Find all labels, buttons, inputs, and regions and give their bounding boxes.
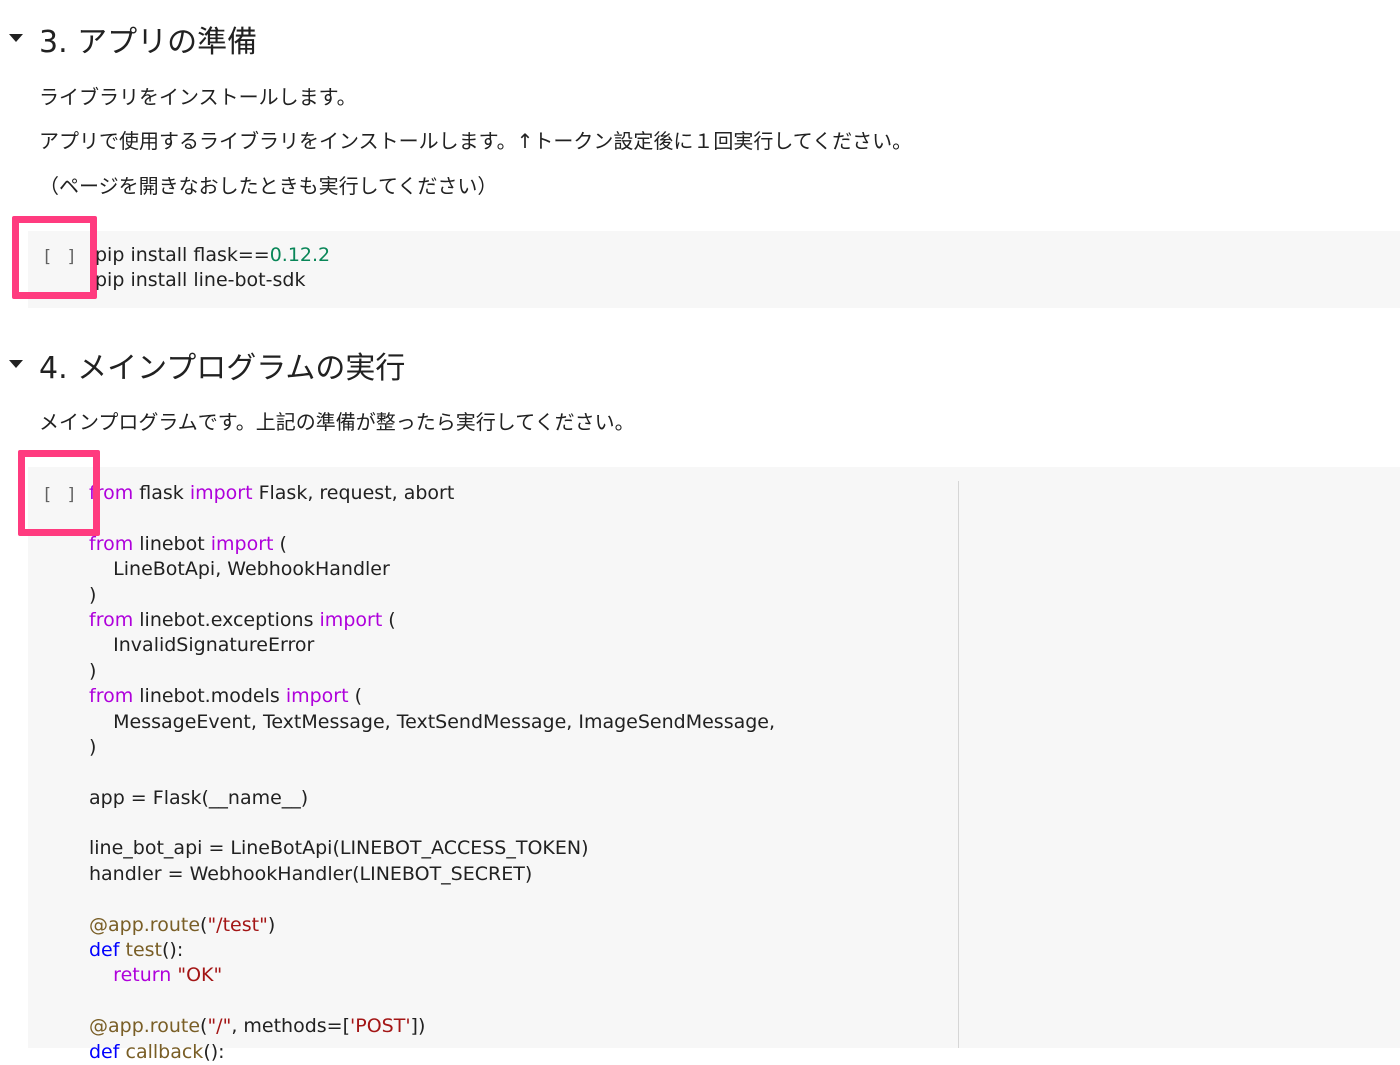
code-line[interactable]: from linebot import ( (89, 532, 775, 557)
code-token: @app.route (89, 1015, 201, 1038)
code-token: ( (348, 685, 363, 708)
code-line[interactable]: LineBotApi, WebhookHandler (89, 557, 775, 582)
code-token: from (89, 608, 134, 631)
code-token: import (189, 482, 253, 504)
code-token: return (113, 964, 172, 987)
code-token: import (210, 532, 274, 555)
highlight-box (18, 450, 100, 536)
code-token: test (125, 939, 163, 962)
code-line[interactable]: @app.route("/", methods=['POST']) (89, 1014, 775, 1039)
code-token: handler = WebhookHandler(LINEBOT_SECRET) (89, 862, 533, 885)
code-line[interactable]: pip install line-bot-sdk (95, 268, 330, 293)
code-line[interactable] (89, 760, 775, 785)
collapse-caret-icon[interactable] (9, 34, 23, 42)
code-token: ) (89, 583, 97, 606)
markdown-line: アプリで使用するライブラリをインストールします。↑トークン設定後に１回実行してく… (39, 129, 913, 153)
code-line[interactable]: def test(): (89, 938, 775, 963)
code-token: Flask, request, abort (252, 482, 455, 504)
code-token: LineBotApi, WebhookHandler (89, 558, 390, 581)
code-line[interactable] (89, 887, 775, 912)
code-line[interactable]: pip install flask==0.12.2 (95, 243, 330, 268)
code-token: InvalidSignatureError (89, 634, 315, 657)
code-editor[interactable]: pip install flask==0.12.2 pip install lin… (95, 243, 330, 294)
code-token: pip install flask== (95, 244, 270, 266)
code-token: (): (203, 1040, 225, 1063)
code-token: pip install line-bot-sdk (95, 269, 306, 292)
code-token: from (89, 532, 134, 555)
code-token: (): (162, 939, 184, 962)
markdown-line: （ページを開きなおしたときも実行してください） (39, 174, 498, 198)
code-line[interactable]: MessageEvent, TextMessage, TextSendMessa… (89, 710, 775, 735)
code-token: ) (89, 735, 97, 758)
code-line[interactable]: ) (89, 659, 775, 684)
code-token: "/" (207, 1015, 232, 1038)
code-token: def (89, 1040, 120, 1063)
code-token: @app.route (89, 913, 201, 936)
code-token: MessageEvent, TextMessage, TextSendMessa… (89, 710, 776, 733)
markdown-line: メインプログラムです。上記の準備が整ったら実行してください。 (39, 410, 635, 434)
code-token: linebot (133, 532, 211, 555)
code-token: from (89, 685, 134, 708)
code-token: ]) (410, 1015, 426, 1038)
markdown-line: ライブラリをインストールします。 (39, 85, 357, 109)
code-line[interactable] (89, 811, 775, 836)
code-token: flask (133, 482, 190, 504)
editor-ruler (958, 481, 959, 1048)
code-line[interactable]: InvalidSignatureError (89, 633, 775, 658)
code-line[interactable]: ) (89, 583, 775, 608)
code-line[interactable]: @app.route("/test") (89, 913, 775, 938)
code-line[interactable]: def callback(): (89, 1040, 775, 1065)
code-token: def (89, 939, 120, 962)
code-token: ) (89, 659, 97, 682)
code-line[interactable] (89, 989, 775, 1014)
code-line[interactable]: line_bot_api = LineBotApi(LINEBOT_ACCESS… (89, 836, 775, 861)
code-token: import (285, 685, 349, 708)
code-token: ( (273, 532, 287, 555)
highlight-box (12, 216, 97, 299)
code-line[interactable]: from flask import Flask, request, abort (89, 481, 775, 506)
code-line[interactable]: app = Flask(__name__) (89, 786, 775, 811)
collapse-caret-icon[interactable] (9, 360, 23, 368)
code-token: "/test" (207, 913, 268, 936)
code-token: line_bot_api = LineBotApi(LINEBOT_ACCESS… (89, 837, 589, 860)
code-line[interactable]: return "OK" (89, 963, 775, 988)
code-token: ( (382, 608, 396, 631)
code-token: ) (267, 913, 276, 936)
code-editor[interactable]: from flask import Flask, request, abort … (89, 481, 775, 1065)
code-line[interactable]: handler = WebhookHandler(LINEBOT_SECRET) (89, 862, 775, 887)
code-line[interactable]: ) (89, 735, 775, 760)
section-title-3: 3. アプリの準備 (39, 25, 258, 60)
code-token: app = Flask(__name__) (89, 786, 309, 809)
code-token: linebot.exceptions (133, 608, 320, 631)
code-line[interactable] (89, 506, 775, 531)
section-title-4: 4. メインプログラムの実行 (39, 351, 406, 386)
code-line[interactable]: from linebot.models import ( (89, 684, 775, 709)
code-token: import (319, 608, 383, 631)
code-token: 0.12.2 (269, 244, 331, 266)
code-token: "OK" (177, 964, 223, 987)
code-token: linebot.models (133, 685, 286, 708)
code-token: 'POST' (350, 1015, 411, 1038)
code-token: callback (125, 1040, 204, 1063)
code-line[interactable]: from linebot.exceptions import ( (89, 608, 775, 633)
code-token: , methods=[ (231, 1015, 351, 1038)
